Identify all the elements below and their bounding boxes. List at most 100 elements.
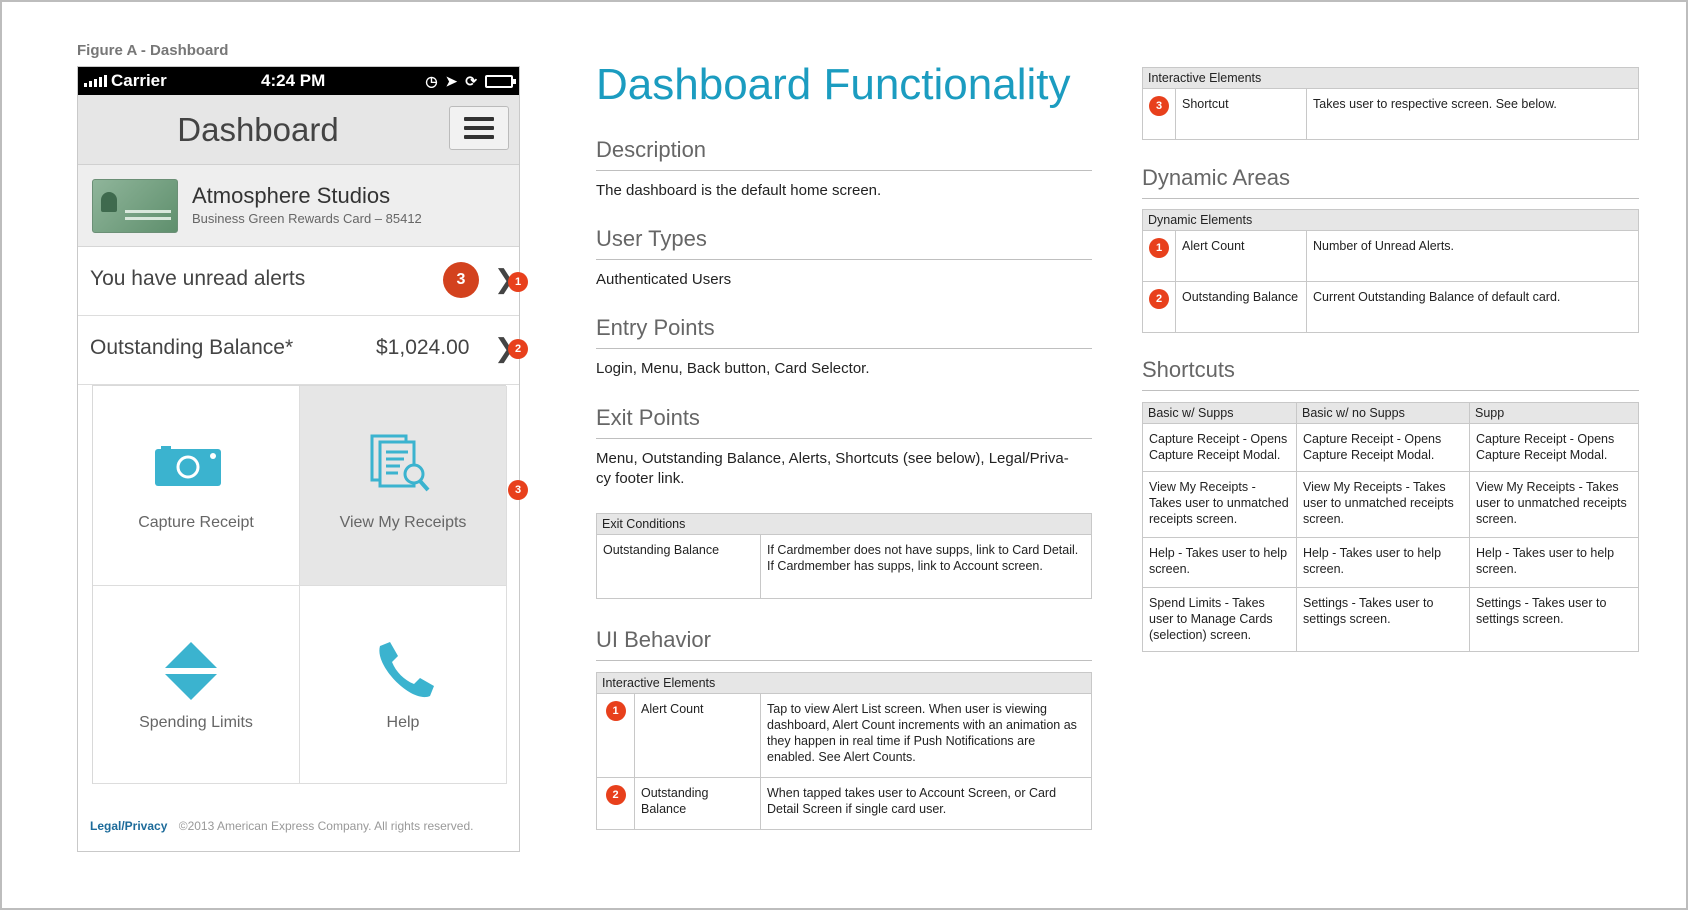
balance-amount: $1,024.00 (376, 336, 470, 359)
table-row: 1 Alert Count Tap to view Alert List scr… (596, 693, 1092, 778)
table-cell: Shortcut (1175, 88, 1307, 140)
spending-limits-tile[interactable]: Spending Limits (93, 586, 300, 784)
table-cell: Alert Count (634, 693, 761, 778)
camera-icon (155, 446, 221, 486)
divider (596, 259, 1092, 260)
exit-points-text: Menu, Outstanding Balance, Alerts, Short… (596, 449, 1092, 489)
table-header: Dynamic Elements (1142, 209, 1639, 231)
description-text: The dashboard is the default home screen… (596, 182, 882, 199)
alerts-row[interactable]: You have unread alerts 3 ❯ (78, 247, 519, 316)
app-header: Dashboard (78, 95, 519, 165)
table-cell: View My Receipts - Takes user to unmatch… (1469, 471, 1639, 538)
table-cell: Help - Takes user to help screen. (1469, 537, 1639, 588)
shortcut-interactive-table: Interactive Elements 3 Shortcut Takes us… (1142, 67, 1639, 140)
shortcuts-heading: Shortcuts (1142, 357, 1235, 382)
menu-button[interactable] (449, 106, 509, 150)
help-label: Help (386, 714, 420, 731)
balance-label: Outstanding Balance* (90, 336, 294, 359)
card-image (92, 179, 178, 233)
view-receipts-label: View My Receipts (339, 514, 467, 531)
help-tile[interactable]: Help (300, 586, 507, 784)
annotation-number: 1 (1149, 238, 1169, 258)
exit-conditions-table: Exit Conditions Outstanding Balance If C… (596, 513, 1092, 599)
annotation-marker: 1 (508, 272, 528, 292)
ui-behavior-heading: UI Behavior (596, 627, 711, 652)
exit-points-line-2: cy footer link. (596, 470, 685, 487)
table-row: 2 Outstanding Balance Current Outstandin… (1142, 281, 1639, 333)
battery-icon (485, 74, 516, 88)
annotation-number: 2 (1149, 289, 1169, 309)
carrier-label: Carrier (111, 71, 167, 90)
table-cell: Capture Receipt - Opens Capture Receipt … (1296, 423, 1470, 472)
card-name: Atmosphere Studios (192, 183, 391, 208)
rotation-lock-icon: ⟳ (465, 72, 477, 89)
shortcuts-table: Basic w/ Supps Basic w/ no Supps Supp Ca… (1142, 402, 1639, 652)
table-cell: Current Outstanding Balance of default c… (1306, 281, 1639, 333)
balance-row[interactable]: Outstanding Balance* $1,024.00 ❯ (78, 316, 519, 385)
phone-mockup: Carrier 4:24 PM ◷ ➤ ⟳ Dashboard Atmosphe… (77, 66, 520, 852)
table-cell: Spend Limits - Takes user to Manage Card… (1142, 587, 1297, 652)
table-cell: Settings - Takes user to settings screen… (1296, 587, 1470, 652)
table-cell: Tap to view Alert List screen. When user… (760, 693, 1092, 778)
page-title: Dashboard (177, 111, 339, 148)
table-cell: View My Receipts - Takes user to unmatch… (1296, 471, 1470, 538)
ui-behavior-table: Interactive Elements 1 Alert Count Tap t… (596, 672, 1092, 830)
table-header: Interactive Elements (596, 672, 1092, 694)
table-header: Exit Conditions (596, 513, 1092, 535)
divider (596, 438, 1092, 439)
status-icons: ◷ ➤ ⟳ (425, 67, 516, 95)
annotation-marker: 2 (508, 339, 528, 359)
entry-points-heading: Entry Points (596, 315, 715, 340)
card-selector[interactable]: Atmosphere Studios Business Green Reward… (78, 165, 519, 247)
annotation-number: 2 (605, 785, 626, 805)
table-cell: Capture Receipt - Opens Capture Receipt … (1469, 423, 1639, 472)
table-header: Interactive Elements (1142, 67, 1639, 89)
copyright-text: ©2013 American Express Company. All righ… (178, 819, 474, 833)
status-bar: Carrier 4:24 PM ◷ ➤ ⟳ (78, 67, 519, 95)
entry-points-text: Login, Menu, Back button, Card Selector. (596, 360, 870, 377)
shortcut-grid: Capture Receipt View My Receipts Spendin… (92, 385, 507, 784)
table-cell: Help - Takes user to help screen. (1296, 537, 1470, 588)
column-header: Supp (1469, 402, 1639, 424)
annotation-number: 3 (1149, 96, 1169, 116)
signal-icon (84, 75, 107, 87)
column-header: Basic w/ no Supps (1296, 402, 1470, 424)
dynamic-areas-heading: Dynamic Areas (1142, 165, 1290, 190)
table-row: View My Receipts - Takes user to unmatch… (1142, 471, 1639, 538)
divider (1142, 198, 1639, 199)
user-types-text: Authenticated Users (596, 271, 732, 288)
column-header: Basic w/ Supps (1142, 402, 1297, 424)
user-types-heading: User Types (596, 226, 707, 251)
receipts-search-icon (370, 434, 430, 492)
table-row: Help - Takes user to help screen. Help -… (1142, 537, 1639, 588)
hamburger-icon (464, 117, 494, 121)
location-icon: ➤ (445, 72, 458, 89)
table-row: 1 Alert Count Number of Unread Alerts. (1142, 230, 1639, 282)
annotation-number: 1 (605, 701, 626, 721)
table-cell: Number of Unread Alerts. (1306, 230, 1639, 282)
divider (1142, 390, 1639, 391)
table-cell: View My Receipts - Takes user to unmatch… (1142, 471, 1297, 538)
table-cell: Outstanding Balance (634, 777, 761, 830)
capture-receipt-label: Capture Receipt (138, 514, 254, 531)
view-receipts-tile[interactable]: View My Receipts (300, 386, 507, 586)
table-row: 3 Shortcut Takes user to respective scre… (1142, 88, 1639, 140)
capture-receipt-tile[interactable]: Capture Receipt (93, 386, 300, 586)
legal-privacy-link[interactable]: Legal/Privacy (90, 819, 167, 833)
phone-icon (379, 642, 434, 698)
exit-points-line-1: Menu, Outstanding Balance, Alerts, Short… (596, 450, 1069, 467)
alert-count-badge: 3 (443, 262, 479, 298)
card-subtitle: Business Green Rewards Card – 85412 (192, 211, 422, 226)
table-cell: Capture Receipt - Opens Capture Receipt … (1142, 423, 1297, 472)
exit-points-heading: Exit Points (596, 405, 700, 430)
annotation-marker: 3 (508, 480, 528, 500)
doc-title: Dashboard Functionality (596, 60, 1071, 109)
spending-limits-label: Spending Limits (139, 714, 253, 731)
dynamic-elements-table: Dynamic Elements 1 Alert Count Number of… (1142, 209, 1639, 333)
alarm-icon: ◷ (425, 72, 438, 89)
divider (596, 348, 1092, 349)
divider (596, 170, 1092, 171)
table-cell: Settings - Takes user to settings screen… (1469, 587, 1639, 652)
status-time: 4:24 PM (261, 71, 326, 90)
table-cell: When tapped takes user to Account Screen… (760, 777, 1092, 830)
